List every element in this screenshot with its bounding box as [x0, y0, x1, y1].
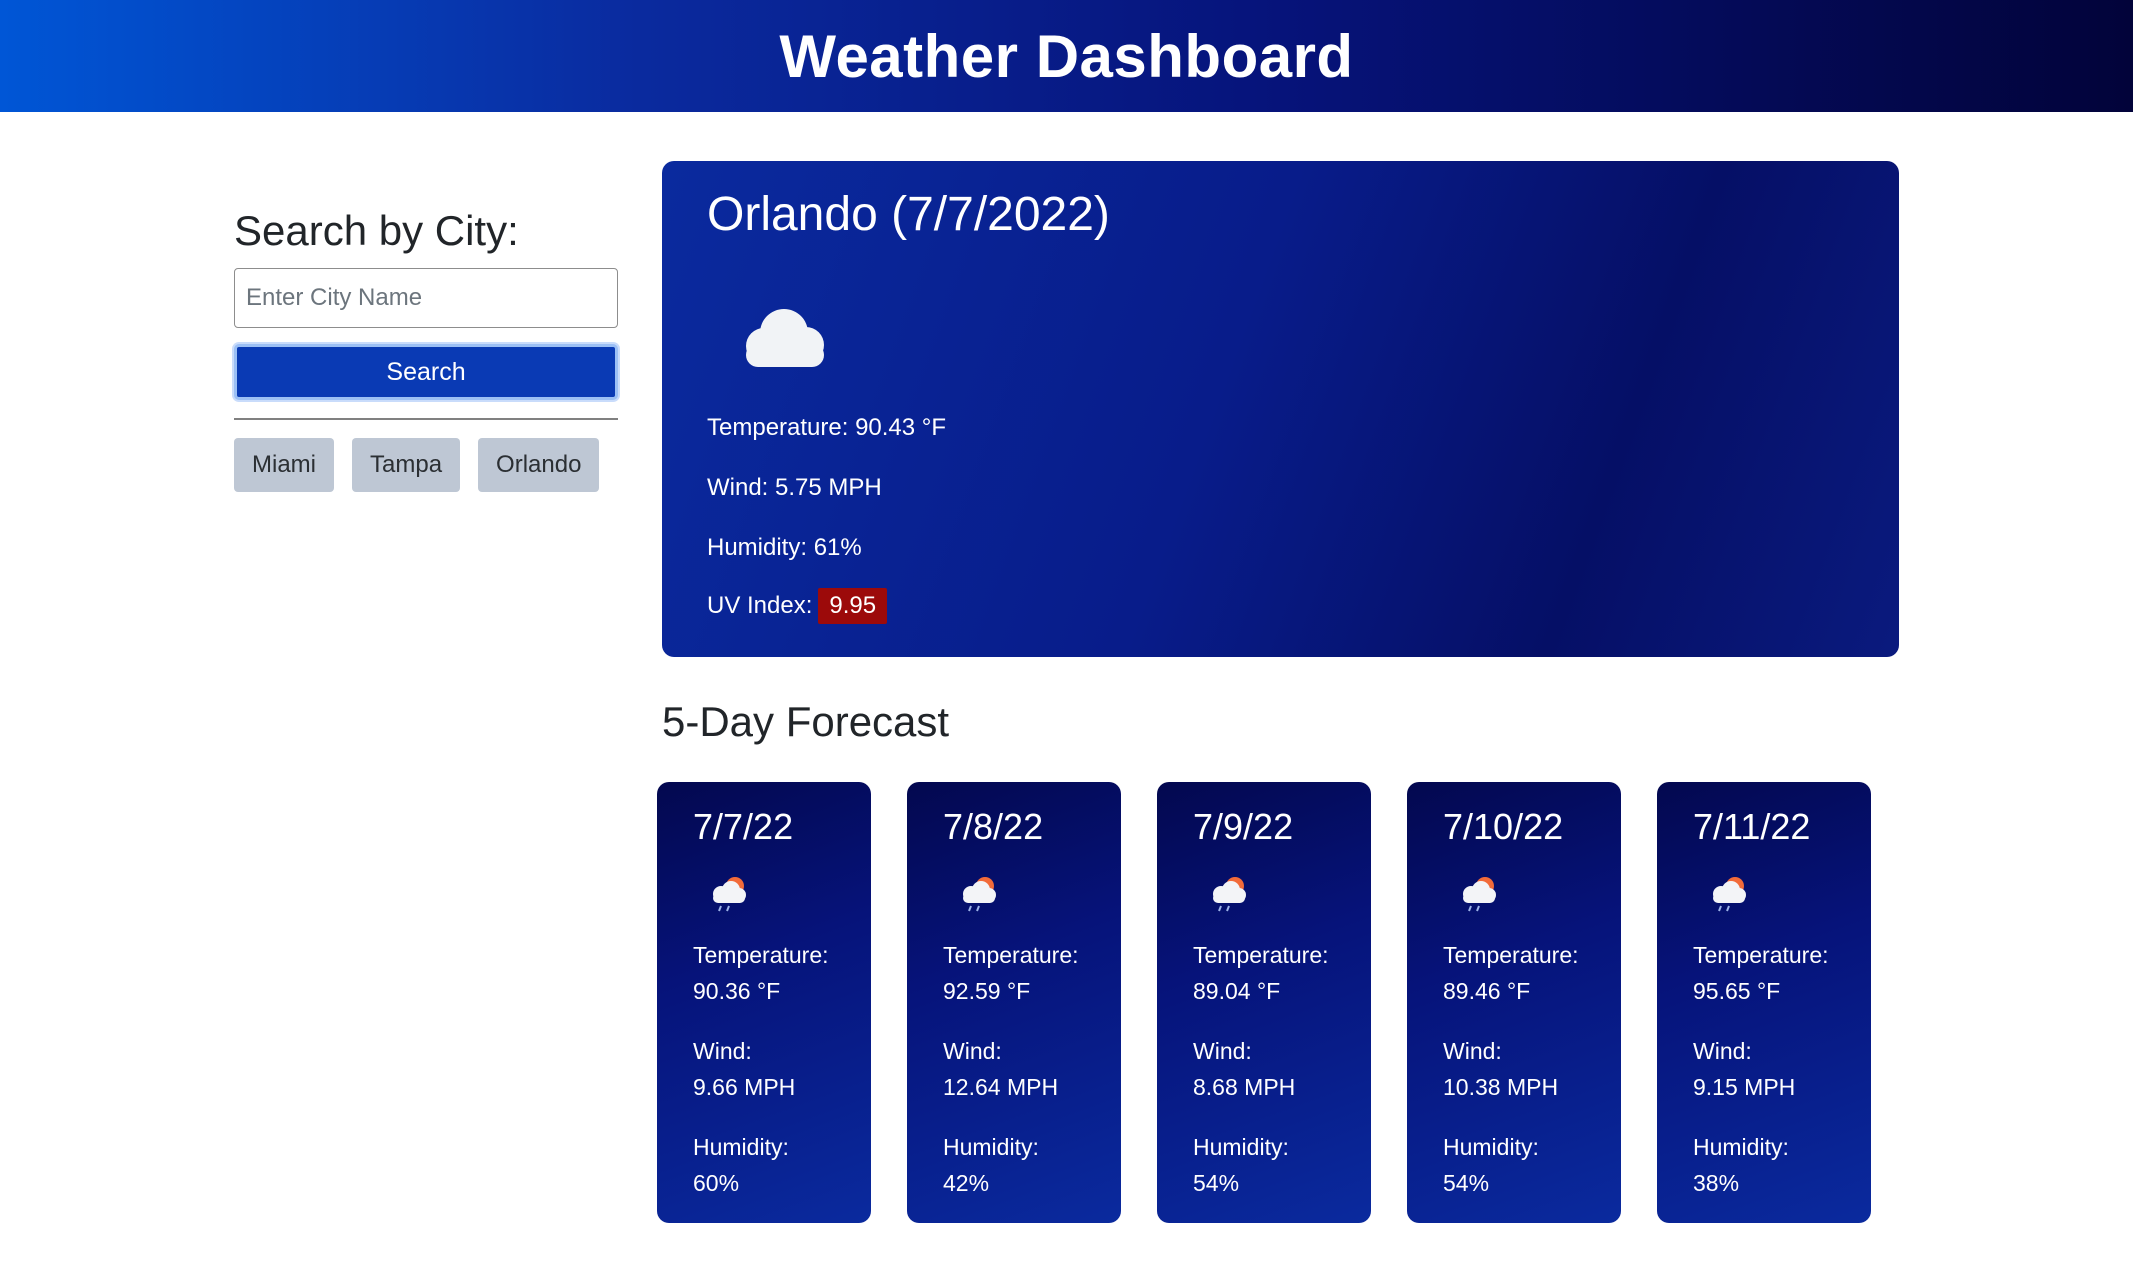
current-humidity: Humidity: 61%	[707, 534, 862, 561]
forecast-wind: 12.64 MPH	[943, 1074, 1059, 1100]
forecast-temp: 89.46 °F	[1443, 978, 1531, 1004]
forecast-temp-label: Temperature:	[943, 942, 1079, 968]
current-city-title: Orlando (7/7/2022)	[707, 188, 1110, 241]
forecast-wind: 8.68 MPH	[1193, 1074, 1296, 1100]
current-wind: Wind: 5.75 MPH	[707, 474, 882, 501]
current-uv-row: UV Index: 9.95	[707, 588, 888, 624]
forecast-humidity: 54%	[1443, 1170, 1490, 1196]
history-city-button[interactable]: Miami	[234, 438, 334, 492]
forecast-humidity: 54%	[1193, 1170, 1240, 1196]
forecast-humidity-label: Humidity:	[1443, 1134, 1539, 1160]
forecast-row: 7/7/22 Temperature: 90.36 °F Wind: 9.66 …	[657, 782, 1871, 1223]
forecast-date: 7/10/22	[1443, 806, 1564, 847]
forecast-temp: 95.65 °F	[1693, 978, 1781, 1004]
city-search-input[interactable]	[234, 268, 618, 328]
forecast-humidity-label: Humidity:	[943, 1134, 1039, 1160]
forecast-temp: 92.59 °F	[943, 978, 1031, 1004]
forecast-wind-label: Wind:	[693, 1038, 752, 1064]
search-history: Miami Tampa Orlando	[234, 438, 618, 492]
forecast-wind-label: Wind:	[1693, 1038, 1752, 1064]
forecast-humidity-label: Humidity:	[693, 1134, 789, 1160]
forecast-date: 7/8/22	[943, 806, 1044, 847]
cloud-sun-rain-icon	[713, 877, 746, 912]
cloud-icon	[746, 309, 824, 367]
forecast-humidity-label: Humidity:	[1693, 1134, 1789, 1160]
forecast-humidity-label: Humidity:	[1193, 1134, 1289, 1160]
uv-index-badge: 9.95	[818, 588, 888, 624]
forecast-humidity: 42%	[943, 1170, 990, 1196]
forecast-date: 7/9/22	[1193, 806, 1294, 847]
uv-label: UV Index:	[707, 592, 813, 619]
forecast-temp: 89.04 °F	[1193, 978, 1281, 1004]
cloud-sun-rain-icon	[1713, 877, 1746, 912]
forecast-temp-label: Temperature:	[693, 942, 829, 968]
history-city-button[interactable]: Orlando	[478, 438, 600, 492]
app-header: Weather Dashboard	[0, 0, 2133, 112]
forecast-temp: 90.36 °F	[693, 978, 781, 1004]
cloud-sun-rain-icon	[963, 877, 996, 912]
forecast-card: 7/11/22 Temperature: 95.65 °F Wind: 9.15…	[1657, 782, 1871, 1223]
forecast-temp-label: Temperature:	[1443, 942, 1579, 968]
page-title: Weather Dashboard	[779, 22, 1354, 90]
history-city-button[interactable]: Tampa	[352, 438, 461, 492]
search-heading: Search by City:	[234, 207, 519, 254]
forecast-wind: 9.15 MPH	[1693, 1074, 1796, 1100]
cloud-sun-rain-icon	[1463, 877, 1496, 912]
forecast-humidity: 60%	[693, 1170, 740, 1196]
forecast-wind: 10.38 MPH	[1443, 1074, 1559, 1100]
forecast-wind: 9.66 MPH	[693, 1074, 796, 1100]
current-weather-card: Orlando (7/7/2022) Temperature: 90.43 °F…	[662, 161, 1899, 657]
search-button[interactable]: Search	[234, 344, 618, 400]
forecast-heading: 5-Day Forecast	[662, 698, 950, 745]
cloud-sun-rain-icon	[1213, 877, 1246, 912]
forecast-temp-label: Temperature:	[1693, 942, 1829, 968]
search-sidebar: Search by City: Search Miami Tampa Orlan…	[234, 200, 618, 492]
forecast-card: 7/9/22 Temperature: 89.04 °F Wind: 8.68 …	[1157, 782, 1371, 1223]
forecast-wind-label: Wind:	[943, 1038, 1002, 1064]
sidebar-divider	[234, 418, 618, 420]
forecast-card: 7/7/22 Temperature: 90.36 °F Wind: 9.66 …	[657, 782, 871, 1223]
forecast-card: 7/10/22 Temperature: 89.46 °F Wind: 10.3…	[1407, 782, 1621, 1223]
forecast-date: 7/7/22	[693, 806, 794, 847]
forecast-wind-label: Wind:	[1193, 1038, 1252, 1064]
forecast-card: 7/8/22 Temperature: 92.59 °F Wind: 12.64…	[907, 782, 1121, 1223]
current-temperature: Temperature: 90.43 °F	[707, 414, 947, 441]
forecast-humidity: 38%	[1693, 1170, 1740, 1196]
forecast-date: 7/11/22	[1693, 806, 1811, 847]
forecast-temp-label: Temperature:	[1193, 942, 1329, 968]
forecast-wind-label: Wind:	[1443, 1038, 1502, 1064]
